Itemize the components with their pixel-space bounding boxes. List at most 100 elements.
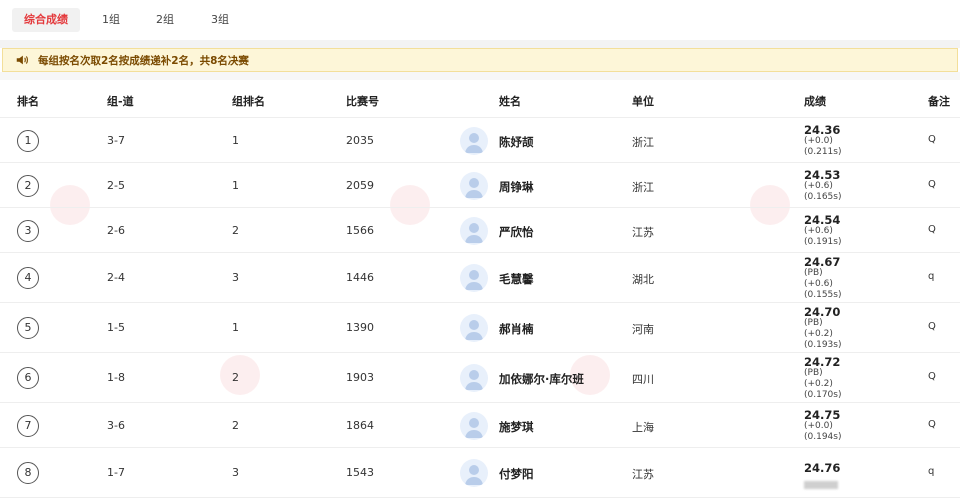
header-heat-lane: 组-道 (107, 95, 134, 108)
athlete-name[interactable]: 毛慧馨 (499, 271, 534, 287)
table-row[interactable]: 1 3-7 1 2035 陈妤颉 浙江 24.36 (+0.0) (0.211s) Q (0, 118, 960, 163)
blurred-detail (804, 481, 838, 489)
table-row[interactable]: 3 2-6 2 1566 严欣怡 江苏 24.54 (+0.6) (0.191s) Q (0, 208, 960, 253)
bib-number: 1903 (346, 371, 374, 384)
heat-rank: 3 (232, 271, 239, 284)
table-header: 排名 组-道 组排名 比赛号 姓名 单位 成绩 备注 (0, 80, 960, 118)
header-name: 姓名 (499, 95, 521, 108)
table-row[interactable]: 5 1-5 1 1390 郝肖楠 河南 24.70 (PB) (+0.2) (0.193s) Q (0, 303, 960, 353)
result-detail: (+0.2) (804, 379, 833, 389)
table-row[interactable]: 6 1-8 2 1903 加依娜尔·库尔班 四川 24.72 (PB) (+0.2) (0.170… (0, 353, 960, 403)
athlete-name[interactable]: 严欣怡 (499, 224, 534, 240)
header-unit: 单位 (632, 95, 654, 108)
result-detail: (+0.0) (804, 136, 833, 146)
header-note: 备注 (928, 95, 950, 108)
athlete-name[interactable]: 付梦阳 (499, 466, 534, 482)
result-block: 24.53 (+0.6) (0.165s) (804, 169, 841, 203)
heat-rank: 1 (232, 133, 239, 147)
result-block: 24.36 (+0.0) (0.211s) (804, 124, 841, 158)
result-block: 24.76 (804, 462, 840, 493)
table-row[interactable]: 7 3-6 2 1864 施梦琪 上海 24.75 (+0.0) (0.194s) Q (0, 403, 960, 448)
heat-lane: 1-5 (107, 321, 125, 334)
result-block: 24.75 (+0.0) (0.194s) (804, 409, 841, 443)
bib-number: 1864 (346, 418, 374, 432)
heat-lane: 3-7 (107, 133, 125, 147)
athlete-unit: 河南 (632, 323, 654, 336)
tab-group-1[interactable]: 1组 (90, 8, 132, 32)
speaker-icon (16, 55, 28, 65)
rank-badge: 5 (17, 317, 39, 339)
tab-overall[interactable]: 综合成绩 (12, 8, 80, 32)
heat-lane: 1-7 (107, 466, 125, 479)
rank-badge: 1 (17, 129, 39, 152)
qualification-note: Q (928, 418, 936, 430)
athlete-unit: 上海 (632, 420, 654, 434)
result-time: 24.67 (804, 255, 841, 269)
bib-number: 1390 (346, 321, 374, 334)
bib-number: 1543 (346, 466, 374, 479)
athlete-name[interactable]: 加依娜尔·库尔班 (499, 371, 584, 387)
result-detail: (0.191s) (804, 237, 842, 247)
heat-rank: 3 (232, 466, 239, 479)
rank-badge: 2 (17, 174, 39, 197)
result-detail: (+0.6) (804, 181, 833, 191)
qualification-note: q (928, 271, 935, 282)
result-detail: (0.194s) (804, 432, 842, 442)
result-block: 24.67 (PB) (+0.6) (0.155s) (804, 256, 841, 301)
heat-lane: 3-6 (107, 418, 125, 432)
notice-text: 每组按名次取2名按成绩递补2名，共8名决赛 (38, 54, 249, 67)
heat-lane: 2-5 (107, 178, 125, 192)
heat-rank: 2 (232, 223, 239, 237)
result-time: 24.72 (804, 355, 841, 369)
result-time: 24.54 (804, 213, 841, 227)
result-detail: (+0.6) (804, 226, 833, 236)
result-detail: (PB) (804, 368, 823, 378)
athlete-name[interactable]: 陈妤颉 (499, 134, 534, 150)
result-detail: (PB) (804, 268, 823, 278)
result-detail: (PB) (804, 318, 823, 328)
rank-badge: 7 (17, 414, 39, 437)
table-row[interactable]: 2 2-5 1 2059 周铮琳 浙江 24.53 (+0.6) (0.165s) Q (0, 163, 960, 208)
result-detail: (0.155s) (804, 290, 842, 300)
avatar-icon (460, 264, 488, 292)
result-block: 24.70 (PB) (+0.2) (0.193s) (804, 306, 841, 351)
athlete-unit: 四川 (632, 373, 654, 386)
heat-lane: 2-6 (107, 223, 125, 237)
tab-group-2[interactable]: 2组 (144, 8, 186, 32)
table-row[interactable]: 4 2-4 3 1446 毛慧馨 湖北 24.67 (PB) (+0.6) (0.155s) q (0, 253, 960, 303)
rank-badge: 4 (17, 267, 39, 289)
result-block: 24.72 (PB) (+0.2) (0.170s) (804, 356, 841, 401)
tab-group-3[interactable]: 3组 (199, 8, 241, 32)
header-bib: 比赛号 (346, 95, 379, 108)
qualification-note: Q (928, 223, 936, 235)
athlete-unit: 湖北 (632, 273, 654, 286)
divider (0, 72, 960, 80)
athlete-name[interactable]: 郝肖楠 (499, 321, 534, 337)
avatar-icon (460, 171, 488, 200)
result-detail: (0.211s) (804, 147, 842, 157)
avatar-icon (460, 411, 488, 440)
bib-number: 2035 (346, 133, 374, 147)
heat-rank: 2 (232, 418, 239, 432)
header-rank: 排名 (17, 95, 39, 108)
result-time: 24.36 (804, 123, 841, 137)
athlete-unit: 江苏 (632, 468, 654, 481)
athlete-name[interactable]: 周铮琳 (499, 179, 534, 195)
qualification-note: Q (928, 321, 936, 332)
result-detail: (0.170s) (804, 390, 842, 400)
qualification-note: Q (928, 371, 936, 382)
avatar-icon (460, 314, 488, 342)
avatar-icon (460, 216, 488, 245)
table-row[interactable]: 8 1-7 3 1543 付梦阳 江苏 24.76 q (0, 448, 960, 498)
result-time: 24.53 (804, 168, 841, 182)
athlete-name[interactable]: 施梦琪 (499, 419, 534, 435)
qualification-note: Q (928, 133, 936, 145)
heat-rank: 2 (232, 371, 239, 384)
header-heat-rank: 组排名 (232, 95, 265, 108)
notice-banner: 每组按名次取2名按成绩递补2名，共8名决赛 (2, 48, 958, 72)
heat-lane: 2-4 (107, 271, 125, 284)
result-time: 24.70 (804, 305, 841, 319)
bib-number: 2059 (346, 178, 374, 192)
result-detail: (0.193s) (804, 340, 842, 350)
avatar-icon (460, 126, 488, 155)
